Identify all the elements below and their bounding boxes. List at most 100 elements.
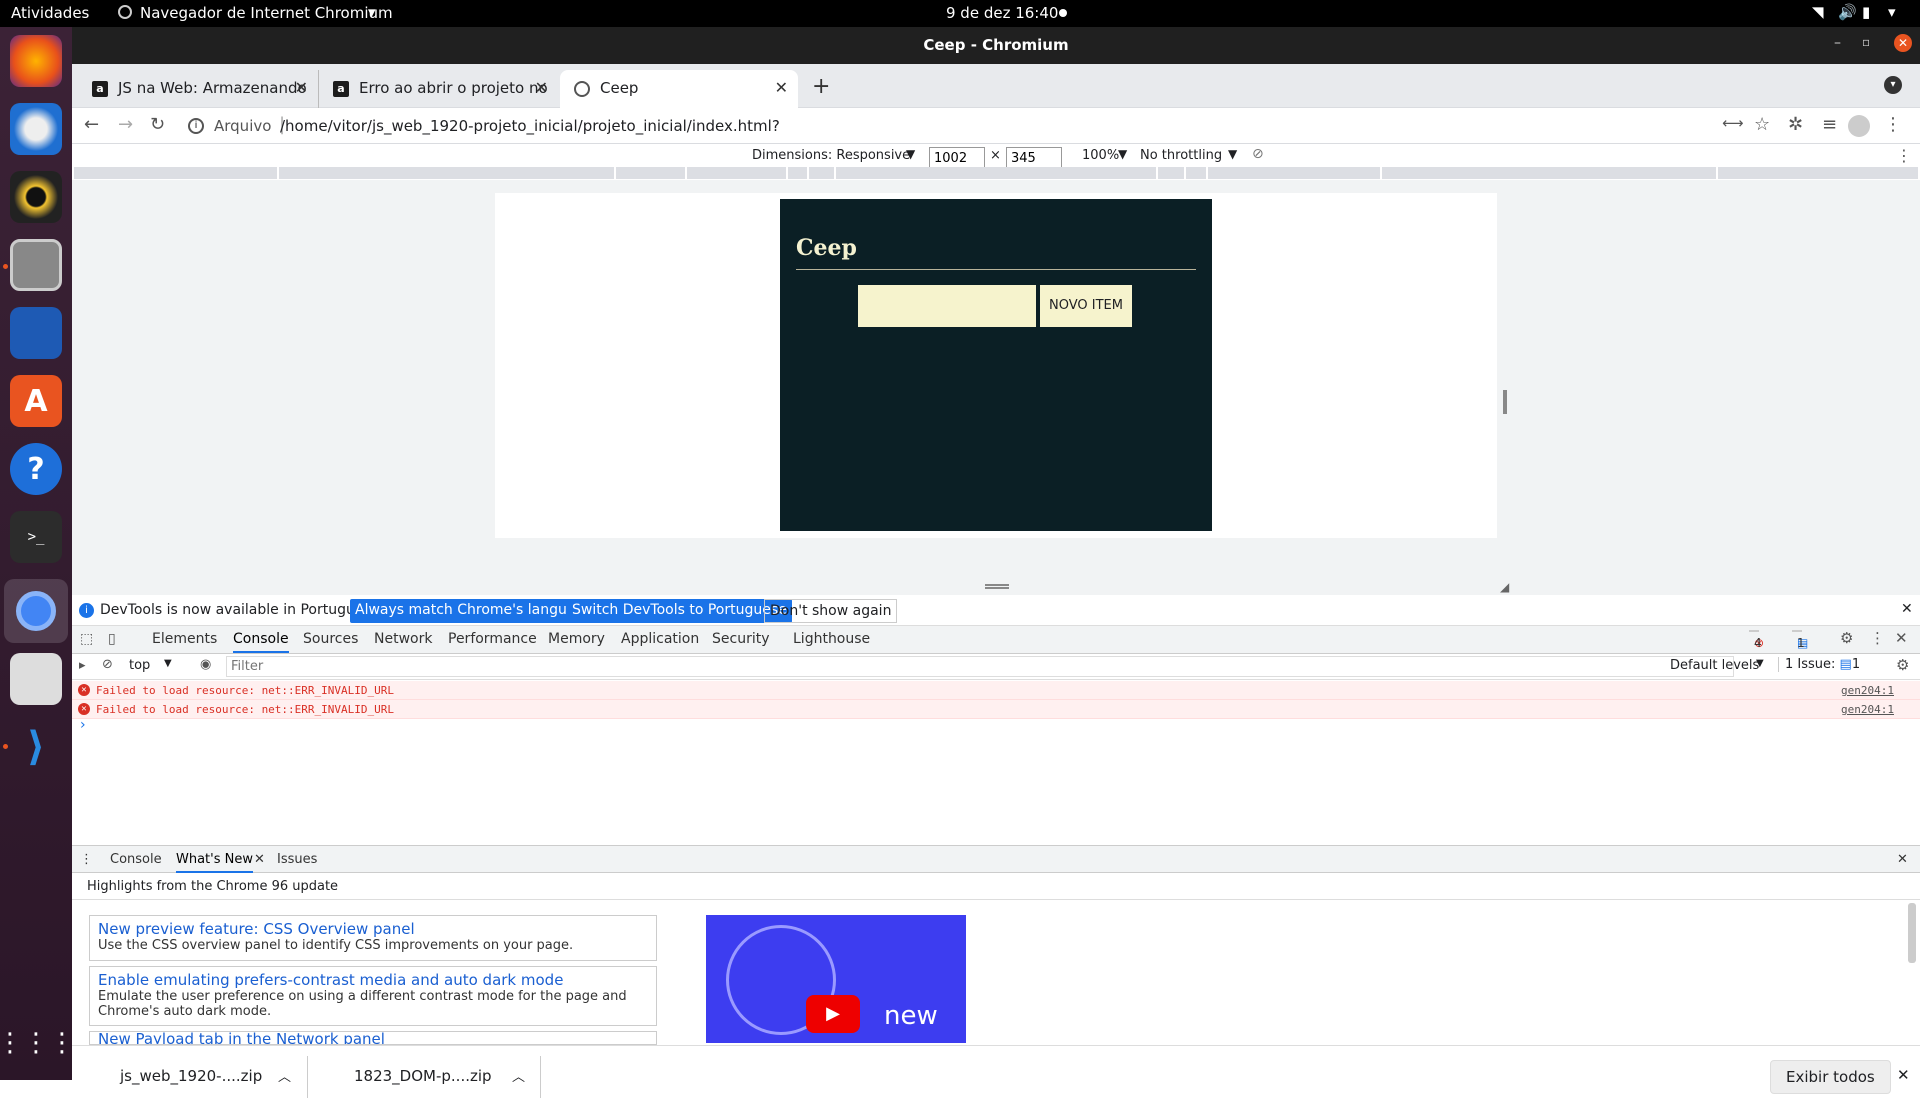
devtools-tab-memory[interactable]: Memory xyxy=(548,631,605,647)
files-icon[interactable] xyxy=(10,239,62,291)
thunderbird-icon[interactable] xyxy=(10,103,62,155)
new-item-input[interactable] xyxy=(858,285,1036,327)
security-label[interactable]: Arquivo xyxy=(214,117,271,135)
profile-avatar-icon[interactable] xyxy=(1848,115,1870,137)
youtube-play-icon[interactable]: ▶ xyxy=(806,995,860,1033)
firefox-icon[interactable] xyxy=(10,35,62,87)
devtools-tab-sources[interactable]: Sources xyxy=(303,631,358,647)
back-icon[interactable]: ← xyxy=(84,114,99,135)
scrollbar-thumb[interactable] xyxy=(1908,903,1916,963)
app-menu[interactable]: Navegador de Internet Chromium xyxy=(140,4,393,22)
download-item[interactable]: js_web_1920-....zip xyxy=(120,1067,262,1085)
minimize-icon[interactable]: – xyxy=(1834,35,1841,51)
menu-kebab-icon[interactable]: ⋮ xyxy=(1884,114,1902,135)
switch-to-portuguese-button[interactable]: Switch DevTools to Portuguese xyxy=(567,599,792,623)
battery-icon[interactable]: ▮ xyxy=(1862,3,1870,21)
vscode-icon[interactable]: ⟩ xyxy=(10,721,62,773)
feature-card[interactable]: New preview feature: CSS Overview panel … xyxy=(89,915,657,961)
feature-title[interactable]: Enable emulating prefers-contrast media … xyxy=(98,971,648,989)
dont-show-again-button[interactable]: Don't show again xyxy=(764,599,898,623)
devtools-tab-security[interactable]: Security xyxy=(712,631,770,647)
feature-title[interactable]: New Payload tab in the Network panel xyxy=(98,1032,648,1044)
software-center-icon[interactable]: A xyxy=(10,375,62,427)
close-drawer-icon[interactable]: ✕ xyxy=(1897,852,1908,867)
issues-button[interactable]: 1 Issue: ▤1 xyxy=(1778,657,1860,672)
source-link[interactable]: gen204:1 xyxy=(1841,703,1894,716)
feature-card[interactable]: New Payload tab in the Network panel xyxy=(89,1031,657,1045)
download-item[interactable]: 1823_DOM-p....zip xyxy=(354,1067,492,1085)
message-count-badge[interactable]: ▤ 1 xyxy=(1792,630,1808,650)
device-toggle-icon[interactable]: ▯ xyxy=(108,631,116,647)
close-icon[interactable]: ✕ xyxy=(1894,34,1912,52)
chevron-up-icon[interactable]: ︿ xyxy=(512,1066,525,1085)
translate-icon[interactable]: ⟷ xyxy=(1722,114,1744,132)
new-tab-icon[interactable]: + xyxy=(812,74,830,99)
devtools-tab-network[interactable]: Network xyxy=(374,631,432,647)
log-levels-dropdown[interactable]: Default levels xyxy=(1670,658,1759,673)
tab-erro-projeto[interactable]: a Erro ao abrir o projeto no ✕ xyxy=(318,70,558,108)
document-viewer-icon[interactable] xyxy=(10,653,62,705)
close-tab-icon[interactable]: ✕ xyxy=(295,78,308,97)
close-tab-icon[interactable]: ✕ xyxy=(775,78,788,97)
novo-item-button[interactable]: NOVO ITEM xyxy=(1040,285,1132,327)
close-tab-icon[interactable]: ✕ xyxy=(535,78,548,97)
tab-js-na-web[interactable]: a JS na Web: Armazenando ✕ xyxy=(78,70,318,108)
chromium-dock-icon[interactable] xyxy=(4,579,68,643)
console-settings-gear-icon[interactable]: ⚙ xyxy=(1896,656,1909,674)
source-link[interactable]: gen204:1 xyxy=(1841,684,1894,697)
drawer-tab-whats-new[interactable]: What's New xyxy=(176,852,253,873)
devtools-menu-icon[interactable]: ⋮ xyxy=(1870,629,1885,647)
video-thumbnail[interactable]: ▶ new xyxy=(706,915,966,1043)
device-toolbar-menu-icon[interactable]: ⋮ xyxy=(1896,146,1912,165)
reload-icon[interactable]: ↻ xyxy=(150,114,165,135)
devtools-tab-performance[interactable]: Performance xyxy=(448,631,537,647)
console-error-row[interactable]: ✕ Failed to load resource: net::ERR_INVA… xyxy=(72,681,1920,700)
restore-icon[interactable]: ▫ xyxy=(1862,35,1870,49)
devtools-tab-lighthouse[interactable]: Lighthouse xyxy=(793,631,870,647)
context-selector[interactable]: top xyxy=(129,658,150,673)
live-expression-eye-icon[interactable]: ◉ xyxy=(200,657,211,672)
drawer-menu-icon[interactable]: ⋮ xyxy=(80,852,93,867)
devtools-tab-application[interactable]: Application xyxy=(621,631,699,647)
clear-console-icon[interactable]: ⊘ xyxy=(102,657,113,672)
activities-button[interactable]: Atividades xyxy=(11,4,89,22)
tab-ceep[interactable]: Ceep ✕ xyxy=(560,70,798,108)
dimensions-dropdown[interactable]: Dimensions: Responsive xyxy=(752,148,910,163)
close-devtools-icon[interactable]: ✕ xyxy=(1895,629,1908,647)
console-filter-input[interactable] xyxy=(226,656,1734,677)
close-tab-icon[interactable]: ✕ xyxy=(254,852,265,867)
wifi-icon[interactable]: ◥ xyxy=(1812,3,1824,21)
rhythmbox-icon[interactable] xyxy=(10,171,62,223)
show-all-button[interactable]: Exibir todos xyxy=(1770,1060,1891,1094)
resize-corner-icon[interactable]: ◢ xyxy=(1500,580,1509,594)
rotate-icon[interactable]: ⊘ xyxy=(1252,146,1264,162)
feature-card[interactable]: Enable emulating prefers-contrast media … xyxy=(89,966,657,1026)
feature-title[interactable]: New preview feature: CSS Overview panel xyxy=(98,920,648,938)
settings-gear-icon[interactable]: ⚙ xyxy=(1840,629,1853,647)
drawer-tab-console[interactable]: Console xyxy=(110,852,162,867)
chevron-up-icon[interactable]: ︿ xyxy=(278,1066,291,1085)
info-icon[interactable]: i xyxy=(188,118,204,134)
height-input[interactable] xyxy=(1006,147,1062,169)
error-count-badge[interactable]: ⊗ 4 xyxy=(1749,630,1764,650)
resize-handle-right[interactable] xyxy=(1503,390,1507,414)
extensions-icon[interactable]: ✲ xyxy=(1788,114,1803,135)
bookmark-star-icon[interactable]: ☆ xyxy=(1754,114,1770,135)
volume-icon[interactable]: 🔊 xyxy=(1838,3,1857,21)
media-control-icon[interactable]: ≡ xyxy=(1822,114,1837,135)
sidebar-toggle-icon[interactable]: ▸ xyxy=(79,658,86,673)
tab-search-icon[interactable]: ▾ xyxy=(1884,76,1902,94)
zoom-dropdown[interactable]: 100% xyxy=(1082,148,1119,163)
power-menu-icon[interactable]: ▾ xyxy=(1888,3,1896,21)
url-field[interactable]: /home/vitor/js_web_1920-projeto_inicial/… xyxy=(280,117,780,135)
match-language-button[interactable]: Always match Chrome's language xyxy=(350,599,598,623)
inspect-element-icon[interactable]: ⬚ xyxy=(80,631,93,647)
console-prompt[interactable]: › xyxy=(80,717,86,733)
width-input[interactable] xyxy=(929,147,985,169)
console-error-row[interactable]: ✕ Failed to load resource: net::ERR_INVA… xyxy=(72,700,1920,719)
devtools-tab-console[interactable]: Console xyxy=(233,631,289,653)
drawer-tab-issues[interactable]: Issues xyxy=(277,852,317,867)
forward-icon[interactable]: → xyxy=(118,114,133,135)
devtools-tab-elements[interactable]: Elements xyxy=(152,631,217,647)
help-icon[interactable]: ? xyxy=(10,443,62,495)
